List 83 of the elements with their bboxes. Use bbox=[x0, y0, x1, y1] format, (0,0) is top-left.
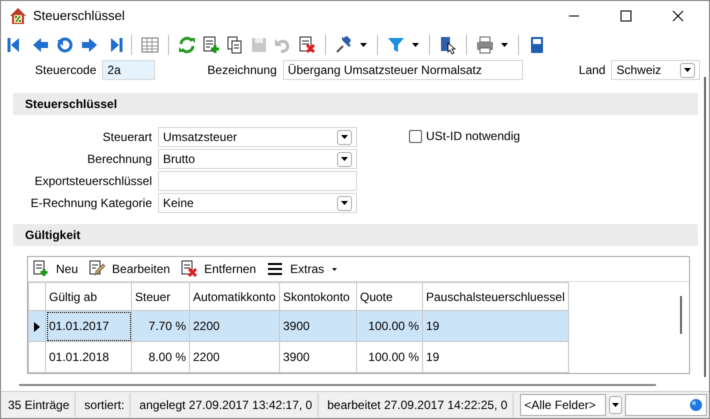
table-cell: 7.70 % bbox=[132, 310, 190, 342]
dropdown-button[interactable] bbox=[337, 130, 352, 144]
text-field[interactable]: Übergang Umsatzsteuer Normalsatz bbox=[282, 60, 523, 80]
status-text: 35 Einträge bbox=[3, 393, 76, 417]
table-cell: 8.00 % bbox=[132, 342, 190, 372]
pin-icon[interactable] bbox=[334, 35, 354, 55]
previous-icon[interactable] bbox=[31, 35, 51, 55]
column-header[interactable]: Automatikkonto bbox=[190, 282, 280, 311]
field-label: Bezeichnung bbox=[207, 62, 277, 79]
table-cell: 3900 bbox=[280, 310, 356, 342]
delete-icon bbox=[180, 260, 198, 278]
column-header[interactable]: Pauschalsteuerschluessel bbox=[422, 282, 568, 311]
select-pointer-icon[interactable] bbox=[438, 35, 458, 55]
column-header[interactable]: Gültig ab bbox=[46, 282, 132, 311]
field-label: Steuercode bbox=[35, 62, 96, 79]
dropdown-field[interactable]: Schweiz bbox=[611, 60, 700, 80]
dropdown-field[interactable]: Umsatzsteuer bbox=[158, 127, 357, 147]
delete-record-icon[interactable] bbox=[297, 35, 317, 55]
dropdown-button[interactable] bbox=[337, 152, 352, 166]
field-label: Steuerart bbox=[102, 129, 153, 146]
printer-icon[interactable] bbox=[475, 35, 495, 55]
table-icon[interactable] bbox=[140, 35, 160, 55]
column-header[interactable]: Quote bbox=[356, 282, 422, 311]
table-cell: 19 bbox=[422, 342, 568, 372]
text-field[interactable]: 2a bbox=[102, 60, 156, 80]
filter-icon[interactable] bbox=[386, 35, 406, 55]
column-header[interactable]: Steuer bbox=[132, 282, 190, 311]
table-cell: 3900 bbox=[280, 342, 356, 372]
field-label: E-Rechnung Kategorie bbox=[30, 195, 153, 212]
column-header[interactable]: Skontokonto bbox=[280, 282, 356, 311]
menu-icon bbox=[266, 260, 284, 278]
table-cell: 01.01.2018 bbox=[46, 342, 132, 372]
table-cell: 100.00 % bbox=[356, 342, 422, 372]
caret-icon bbox=[341, 201, 348, 205]
dropdown-field[interactable]: <Alle Felder> bbox=[520, 394, 606, 416]
status-text: bearbeitet 27.09.2017 14:22:25, 0 bbox=[322, 393, 514, 417]
section-header: Steuerschlüssel bbox=[13, 93, 698, 115]
field-label: Land bbox=[578, 62, 606, 79]
checkbox-label: USt-ID notwendig bbox=[426, 130, 520, 143]
caret-icon bbox=[341, 135, 348, 139]
section-header: Gültigkeit bbox=[13, 224, 698, 246]
house-percent-icon bbox=[9, 7, 27, 25]
table-cell: 100.00 % bbox=[356, 310, 422, 342]
table-cell: 2200 bbox=[190, 310, 280, 342]
scrollbar-thumb[interactable] bbox=[704, 77, 706, 377]
scrollbar-thumb[interactable] bbox=[19, 384, 656, 386]
dropdown-caret-icon bbox=[332, 268, 338, 270]
dropdown-button[interactable] bbox=[680, 62, 696, 78]
text-field[interactable] bbox=[158, 171, 357, 191]
scrollbar-thumb[interactable] bbox=[680, 296, 682, 334]
caret-icon bbox=[684, 68, 692, 72]
table-cell: 19 bbox=[422, 310, 568, 342]
dropdown-field[interactable]: Keine bbox=[158, 193, 357, 213]
close-icon bbox=[672, 10, 684, 22]
status-text: sortiert: bbox=[79, 393, 132, 417]
toolbar-button[interactable]: Extras bbox=[288, 260, 326, 278]
caret-icon bbox=[612, 403, 619, 407]
table-cell: 01.01.2017 bbox=[46, 310, 132, 342]
next-icon[interactable] bbox=[79, 35, 99, 55]
toolbar-button[interactable]: Neu bbox=[54, 260, 80, 278]
new-record-icon[interactable] bbox=[201, 35, 221, 55]
undo-icon[interactable] bbox=[55, 35, 75, 55]
globe-icon[interactable] bbox=[689, 398, 703, 412]
edit-icon bbox=[88, 260, 106, 278]
new-record-icon bbox=[32, 260, 50, 278]
field-label: Exportsteuerschlüssel bbox=[34, 173, 153, 190]
refresh-icon[interactable] bbox=[177, 35, 197, 55]
checkbox[interactable] bbox=[409, 130, 422, 143]
status-text: angelegt 27.09.2017 13:42:17, 0 bbox=[134, 393, 320, 417]
dropdown-field[interactable]: Brutto bbox=[158, 149, 357, 169]
maximize-icon bbox=[620, 10, 632, 22]
dropdown-button[interactable] bbox=[337, 196, 352, 210]
dropdown-caret-icon[interactable] bbox=[412, 43, 419, 47]
toolbar-button[interactable]: Bearbeiten bbox=[110, 260, 172, 278]
toolbar-button[interactable]: Entfernen bbox=[202, 260, 258, 278]
caret-icon bbox=[341, 157, 348, 161]
window-title: Steuerschlüssel bbox=[33, 7, 126, 26]
dropdown-caret-icon[interactable] bbox=[360, 43, 367, 47]
field-label: Berechnung bbox=[86, 151, 153, 168]
table-cell: 2200 bbox=[190, 342, 280, 372]
dropdown-button[interactable] bbox=[608, 396, 622, 414]
search-field[interactable] bbox=[625, 394, 707, 416]
dropdown-caret-icon[interactable] bbox=[501, 43, 508, 47]
